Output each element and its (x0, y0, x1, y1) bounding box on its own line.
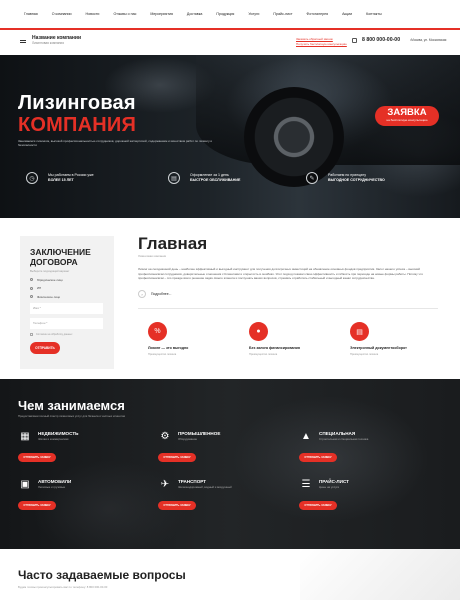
clock-icon: ◷ (26, 172, 38, 184)
hand-coin-icon: ● (249, 322, 268, 341)
nav-item-reviews[interactable]: Отзывы о нас (113, 12, 136, 16)
service-transport: ✈ ТРАНСПОРТ Железнодорожный, водный и возд… (158, 479, 288, 510)
top-nav: Главная О компании Новости Отзывы о нас … (0, 0, 460, 30)
services-section: Чем занимаемся Предоставляем полный спек… (0, 379, 460, 549)
hero-banner: Лизинговая КОМПАНИЯ Занимаемся лизингом,… (0, 55, 460, 218)
apply-button[interactable]: ОТПРАВИТЬ ЗАЯВКУ (18, 453, 56, 462)
service-special: ▲ СПЕЦИАЛЬНАЯ Строительная и специальная т… (299, 431, 429, 462)
card-subtitle: Преимущество лизинга (148, 353, 177, 356)
page-subtitle: Лизинговая компания (138, 254, 167, 258)
page-text: Лизинг на сегодняшний день – наиболее эф… (138, 267, 424, 281)
service-subtitle: Оборудование (178, 437, 198, 441)
faq-subtitle: Будем готовы проконсультировать вас по т… (18, 585, 108, 589)
badge-subtitle: на бесплатную консультацию (386, 118, 428, 122)
hero-feature-fast-service: ▤ Оформление за 1 день БЫСТРОЕ ОБСЛУЖИВАН… (168, 168, 240, 188)
service-subtitle: Легковые и грузовые (38, 485, 66, 489)
building-icon: ▦ (20, 431, 30, 442)
radio-individual[interactable]: Физическое лицо (30, 295, 104, 299)
menu-icon[interactable] (20, 40, 26, 43)
service-price-list: ☰ ПРАЙС-ЛИСТ Цены на услуги ОТПРАВИТЬ ЗАЯВ… (299, 479, 429, 510)
advantage-card[interactable]: ● Без залога финансирования Преимущество… (239, 322, 335, 356)
apply-button[interactable]: ОТПРАВИТЬ ЗАЯВКУ (158, 501, 196, 510)
page-title: Главная (138, 234, 208, 253)
car-icon: ▣ (20, 479, 30, 490)
nav-item-contacts[interactable]: Контакты (366, 12, 382, 16)
nav-item-home[interactable]: Главная (24, 12, 38, 16)
application-badge-button[interactable]: ЗАЯВКА на бесплатную консультацию (375, 106, 439, 126)
divider (138, 308, 438, 309)
card-title: Без залога финансирования (249, 346, 300, 350)
header-phone[interactable]: 8 800 000-00-00 (362, 37, 400, 43)
apply-button[interactable]: ОТПРАВИТЬ ЗАЯВКУ (18, 501, 56, 510)
radio-entrepreneur[interactable]: ИП (30, 286, 104, 290)
nav-item-services[interactable]: Услуги (248, 12, 259, 16)
feature-text: Работаем по принципу ВЫГОДНОЕ СОТРУДНИЧЕС… (328, 173, 385, 182)
contract-form: ЗАКЛЮЧЕНИЕ ДОГОВОРА Выберите подходящий … (20, 236, 114, 369)
apply-button[interactable]: ОТПРАВИТЬ ЗАЯВКУ (299, 453, 337, 462)
hero-title-line1: Лизинговая (18, 92, 136, 114)
logo-subtitle: Лизинговая компания (32, 41, 64, 45)
phone-icon (352, 38, 357, 43)
advantage-card[interactable]: % Лизинг — это выгодно Преимущество лизи… (138, 322, 234, 356)
card-title: Лизинг — это выгодно (148, 346, 189, 350)
hero-title-line2: КОМПАНИЯ (18, 114, 137, 136)
truck-icon: ✈ (160, 479, 170, 490)
hero-feature-experience: ◷ Мы работаем в России уже БОЛЕЕ 15 ЛЕТ (26, 168, 94, 188)
nav-item-gallery[interactable]: Фотогалерея (307, 12, 329, 16)
form-hint: Выберите подходящий вариант (30, 270, 70, 273)
service-subtitle: Жилая и коммерческая (38, 437, 69, 441)
faq-title: Часто задаваемые вопросы (18, 568, 186, 582)
apply-button[interactable]: ОТПРАВИТЬ ЗАЯВКУ (158, 453, 196, 462)
hero-feature-cooperation: ✎ Работаем по принципу ВЫГОДНОЕ СОТРУДНИЧ… (306, 168, 385, 188)
percent-icon: % (148, 322, 167, 341)
price-list-icon: ☰ (301, 479, 311, 490)
more-link[interactable]: › Подробнее... (138, 290, 171, 298)
consent-checkbox[interactable]: Согласие на обработку данных (30, 332, 104, 336)
card-subtitle: Преимущество лизинга (350, 353, 379, 356)
handshake-icon: ✎ (306, 172, 318, 184)
advantage-card[interactable]: ▤ Электронный документооборот Преимущест… (340, 322, 436, 356)
header-city: Москва, ул. Московская (410, 38, 446, 42)
factory-icon: ⚙ (160, 431, 170, 442)
nav-item-promotions[interactable]: Акции (342, 12, 352, 16)
service-subtitle: Строительная и специальная техника (319, 437, 369, 441)
name-input[interactable]: Имя * (30, 302, 103, 314)
nav-item-delivery[interactable]: Доставка (187, 12, 202, 16)
chevron-right-icon: › (138, 290, 146, 298)
nav-item-news[interactable]: Новости (86, 12, 100, 16)
radio-legal-entity[interactable]: Юридическое лицо (30, 278, 104, 282)
submit-button[interactable]: ОТПРАВИТЬ (30, 341, 60, 354)
apply-button[interactable]: ОТПРАВИТЬ ЗАЯВКУ (299, 501, 337, 510)
feature-text: Оформление за 1 день БЫСТРОЕ ОБСЛУЖИВАНИЕ (190, 173, 241, 182)
phone-input[interactable]: Телефон * (30, 317, 103, 329)
form-title: ЗАКЛЮЧЕНИЕ ДОГОВОРА (30, 247, 91, 267)
service-subtitle: Железнодорожный, водный и воздушный (178, 485, 232, 489)
site-header: Название компании Лизинговая компания За… (0, 30, 460, 55)
document-icon: ▤ (168, 172, 180, 184)
faq-background-image (300, 549, 460, 600)
service-subtitle: Цены на услуги (319, 485, 340, 489)
badge-title: ЗАЯВКА (387, 107, 427, 118)
service-real-estate: ▦ НЕДВИЖИМОСТЬ Жилая и коммерческая ОТПРАВ… (18, 431, 148, 462)
card-title: Электронный документооборот (350, 346, 407, 350)
feature-text: Мы работаем в России уже БОЛЕЕ 15 ЛЕТ (48, 173, 94, 182)
nav-item-about[interactable]: О компании (52, 12, 72, 16)
service-industrial: ⚙ ПРОМЫШЛЕННОЕ Оборудование ОТПРАВИТЬ ЗАЯВ… (158, 431, 288, 462)
hero-caption: Занимаемся лизингом, высокой профессиона… (18, 139, 213, 147)
consultation-link[interactable]: Получить бесплатную консультацию (296, 42, 347, 47)
services-title: Чем занимаемся (18, 398, 125, 413)
header-links: Заказать обратный звонок Получить беспла… (296, 37, 347, 46)
nav-item-events[interactable]: Мероприятия (150, 12, 173, 16)
nav-item-price-list[interactable]: Прайс-лист (273, 12, 292, 16)
service-cars: ▣ АВТОМОБИЛИ Легковые и грузовые ОТПРАВИТЬ… (18, 479, 148, 510)
doc-flow-icon: ▤ (350, 322, 369, 341)
crane-icon: ▲ (301, 431, 311, 442)
services-subtitle: Предоставляем полный спектр лизинговых у… (18, 414, 125, 418)
nav-item-products[interactable]: Продукция (216, 12, 234, 16)
card-subtitle: Преимущество лизинга (249, 353, 278, 356)
